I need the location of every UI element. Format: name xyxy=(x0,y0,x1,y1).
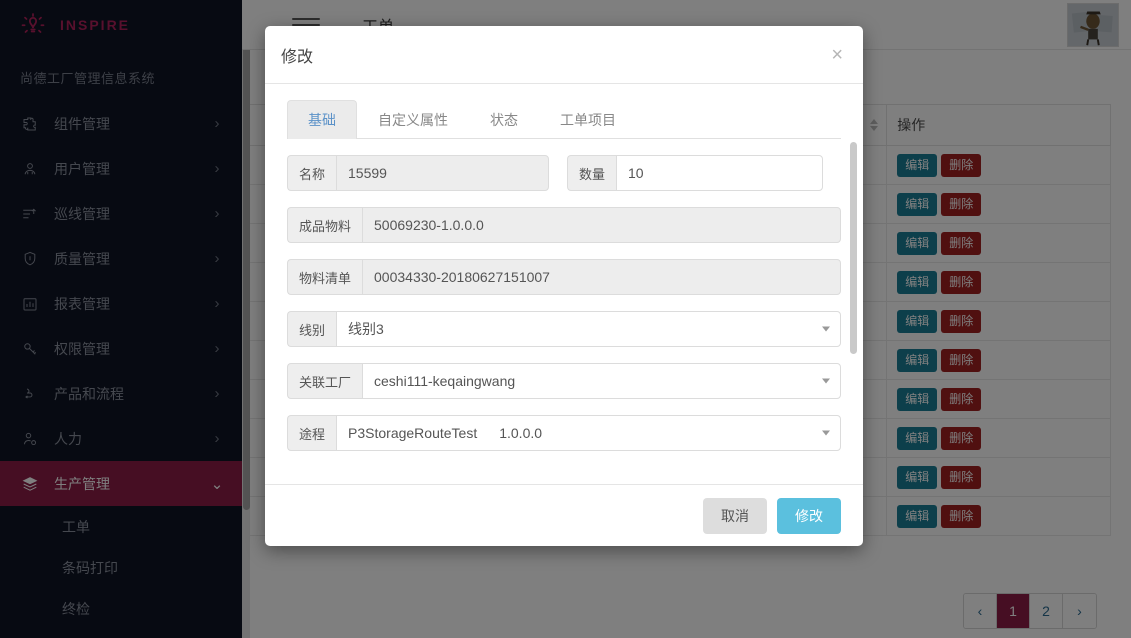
form-row-finished-material: 成品物料 50069230-1.0.0.0 xyxy=(287,207,841,243)
tab-custom-attributes[interactable]: 自定义属性 xyxy=(357,100,469,139)
field-factory-value: ceshi111-keqaingwang xyxy=(374,373,516,389)
field-quantity-input[interactable]: 10 xyxy=(616,155,823,191)
chevron-down-icon xyxy=(822,326,830,332)
field-factory-select[interactable]: ceshi111-keqaingwang xyxy=(362,363,841,399)
chevron-down-icon xyxy=(822,378,830,384)
tab-basic[interactable]: 基础 xyxy=(287,100,357,139)
field-bom[interactable]: 物料清单 00034330-20180627151007 xyxy=(287,259,841,295)
field-route-value: P3StorageRouteTest xyxy=(348,425,478,441)
modal-footer: 取消 修改 xyxy=(265,484,863,546)
field-name-label: 名称 xyxy=(287,155,337,191)
field-bom-input[interactable]: 00034330-20180627151007 xyxy=(362,259,841,295)
tab-status[interactable]: 状态 xyxy=(469,100,539,139)
modal-body: 基础 自定义属性 状态 工单项目 名称 15599 数量 10 成品物料 500… xyxy=(265,84,863,484)
field-line-value: 线别3 xyxy=(348,321,384,337)
modal-header: 修改 × xyxy=(265,26,863,84)
field-factory[interactable]: 关联工厂 ceshi111-keqaingwang xyxy=(287,363,841,399)
field-line-label: 线别 xyxy=(287,311,337,347)
field-route-label: 途程 xyxy=(287,415,337,451)
field-route[interactable]: 途程 P3StorageRouteTest 1.0.0.0 xyxy=(287,415,841,451)
form-row-name-qty: 名称 15599 数量 10 xyxy=(287,155,841,191)
form-row-line: 线别 线别3 xyxy=(287,311,841,347)
modal-scrollbar-thumb[interactable] xyxy=(850,142,857,354)
close-icon[interactable]: × xyxy=(827,45,847,65)
modal-tabs: 基础 自定义属性 状态 工单项目 xyxy=(287,100,841,139)
field-finished-material[interactable]: 成品物料 50069230-1.0.0.0 xyxy=(287,207,841,243)
submit-button[interactable]: 修改 xyxy=(777,497,841,534)
field-line-select[interactable]: 线别3 xyxy=(336,311,841,347)
form-row-bom: 物料清单 00034330-20180627151007 xyxy=(287,259,841,295)
form-row-factory: 关联工厂 ceshi111-keqaingwang xyxy=(287,363,841,399)
field-factory-label: 关联工厂 xyxy=(287,363,363,399)
form-row-route: 途程 P3StorageRouteTest 1.0.0.0 xyxy=(287,415,841,451)
cancel-button[interactable]: 取消 xyxy=(703,497,767,534)
field-quantity[interactable]: 数量 10 xyxy=(567,155,823,191)
field-name[interactable]: 名称 15599 xyxy=(287,155,549,191)
app-root: INSPIRE 尚德工厂管理信息系统 组件管理 › 用户管理 › xyxy=(0,0,1131,638)
field-route-version: 1.0.0.0 xyxy=(499,425,543,441)
tab-work-order-items[interactable]: 工单项目 xyxy=(539,100,637,139)
field-bom-label: 物料清单 xyxy=(287,259,363,295)
field-route-select[interactable]: P3StorageRouteTest 1.0.0.0 xyxy=(336,415,841,451)
modal-title: 修改 xyxy=(281,48,314,66)
edit-modal: 修改 × 基础 自定义属性 状态 工单项目 名称 15599 数量 10 成品物… xyxy=(265,26,863,546)
field-name-input[interactable]: 15599 xyxy=(336,155,549,191)
field-finished-material-input[interactable]: 50069230-1.0.0.0 xyxy=(362,207,841,243)
field-line[interactable]: 线别 线别3 xyxy=(287,311,841,347)
chevron-down-icon xyxy=(822,430,830,436)
field-finished-material-label: 成品物料 xyxy=(287,207,363,243)
field-quantity-label: 数量 xyxy=(567,155,617,191)
